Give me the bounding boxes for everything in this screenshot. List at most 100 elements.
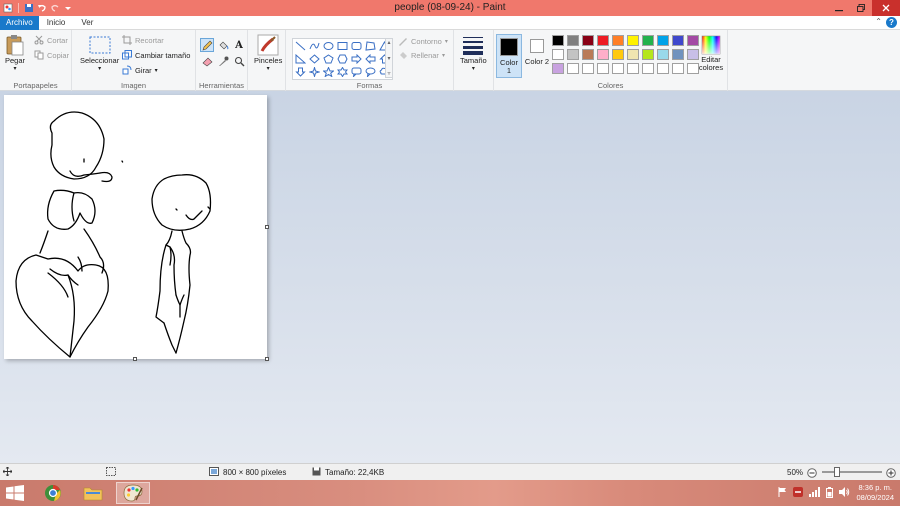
canvas-workspace[interactable] <box>0 91 900 463</box>
palette-color-swatch[interactable] <box>642 63 654 74</box>
shape-rounded-callout-icon[interactable] <box>350 66 363 78</box>
eraser-icon[interactable] <box>200 54 214 68</box>
tab-view[interactable]: Ver <box>73 16 101 30</box>
zoom-slider-thumb[interactable] <box>834 467 840 477</box>
brushes-dropdown-icon[interactable]: ▾ <box>267 65 270 72</box>
palette-color-swatch[interactable] <box>672 49 684 60</box>
palette-color-swatch[interactable] <box>552 35 564 46</box>
tab-file[interactable]: Archivo <box>0 15 39 30</box>
shapes-scroll[interactable]: ▴ ▾ ▿ <box>385 38 393 78</box>
shape-left-arrow-icon[interactable] <box>364 53 377 65</box>
shape-six-point-star-icon[interactable] <box>336 66 349 78</box>
palette-color-swatch[interactable] <box>597 49 609 60</box>
taskbar-chrome[interactable] <box>36 482 70 504</box>
palette-color-swatch[interactable] <box>642 35 654 46</box>
shape-line-icon[interactable] <box>294 40 307 52</box>
magnifier-icon[interactable] <box>232 54 246 68</box>
canvas-resize-handle-corner[interactable] <box>265 357 269 361</box>
battery-icon[interactable] <box>826 486 834 500</box>
palette-color-swatch[interactable] <box>567 63 579 74</box>
shape-four-point-star-icon[interactable] <box>308 66 321 78</box>
paste-button[interactable]: Pegar ▾ <box>4 34 26 72</box>
undo-icon[interactable] <box>37 3 47 13</box>
ribbon-collapse-icon[interactable]: ⌃ <box>875 17 882 26</box>
canvas-resize-handle-right[interactable] <box>265 225 269 229</box>
outline-button[interactable]: Contorno ▾ <box>398 36 448 46</box>
help-icon[interactable]: ? <box>886 17 897 28</box>
palette-color-swatch[interactable] <box>552 63 564 74</box>
palette-color-swatch[interactable] <box>627 49 639 60</box>
palette-color-swatch[interactable] <box>567 49 579 60</box>
size-button[interactable]: Tamaño ▾ <box>460 34 487 72</box>
shape-pentagon-icon[interactable] <box>322 53 335 65</box>
palette-color-swatch[interactable] <box>657 49 669 60</box>
pencil-icon[interactable] <box>200 38 214 52</box>
volume-icon[interactable] <box>839 487 850 499</box>
palette-color-swatch[interactable] <box>567 35 579 46</box>
restore-button[interactable] <box>850 0 872 16</box>
flag-icon[interactable] <box>778 487 787 499</box>
taskbar-file-explorer[interactable] <box>76 482 110 504</box>
palette-color-swatch[interactable] <box>672 63 684 74</box>
shape-down-arrow-icon[interactable] <box>294 66 307 78</box>
palette-color-swatch[interactable] <box>657 63 669 74</box>
palette-color-swatch[interactable] <box>612 49 624 60</box>
save-icon[interactable] <box>24 3 34 13</box>
color-picker-icon[interactable] <box>216 54 230 68</box>
shape-right-arrow-icon[interactable] <box>350 53 363 65</box>
shape-oval-icon[interactable] <box>322 40 335 52</box>
rotate-dropdown-icon[interactable]: ▾ <box>155 67 158 74</box>
shape-polygon-icon[interactable] <box>364 40 377 52</box>
taskbar-paint[interactable] <box>116 482 150 504</box>
paint-app-icon[interactable] <box>3 3 13 13</box>
shape-right-triangle-icon[interactable] <box>294 53 307 65</box>
shape-hexagon-icon[interactable] <box>336 53 349 65</box>
shape-rounded-rectangle-icon[interactable] <box>350 40 363 52</box>
palette-color-swatch[interactable] <box>627 63 639 74</box>
palette-color-swatch[interactable] <box>612 35 624 46</box>
zoom-slider-track[interactable] <box>822 471 882 473</box>
palette-color-swatch[interactable] <box>657 35 669 46</box>
shape-rectangle-icon[interactable] <box>336 40 349 52</box>
palette-color-swatch[interactable] <box>642 49 654 60</box>
tab-home[interactable]: Inicio <box>39 16 74 30</box>
network-icon[interactable] <box>809 487 821 499</box>
antivirus-icon[interactable] <box>793 487 804 499</box>
palette-color-swatch[interactable] <box>582 35 594 46</box>
taskbar-clock[interactable]: 8:36 p. m. 08/09/2024 <box>856 483 894 503</box>
palette-color-swatch[interactable] <box>582 63 594 74</box>
drawing-canvas[interactable] <box>4 95 267 359</box>
palette-color-swatch[interactable] <box>627 35 639 46</box>
shape-five-point-star-icon[interactable] <box>322 66 335 78</box>
redo-icon[interactable] <box>50 3 60 13</box>
size-dropdown-icon[interactable]: ▾ <box>472 65 475 72</box>
color2-button[interactable]: Color 2 <box>524 34 550 78</box>
select-button[interactable]: Seleccionar ▾ <box>80 34 119 72</box>
color1-button[interactable]: Color 1 <box>496 34 522 78</box>
shape-curve-icon[interactable] <box>308 40 321 52</box>
select-dropdown-icon[interactable]: ▾ <box>98 65 101 72</box>
palette-color-swatch[interactable] <box>597 35 609 46</box>
edit-colors-button[interactable]: Editar colores <box>696 34 726 72</box>
customize-qat-icon[interactable] <box>63 3 73 13</box>
palette-color-swatch[interactable] <box>582 49 594 60</box>
palette-color-swatch[interactable] <box>552 49 564 60</box>
copy-button[interactable]: Copiar <box>34 50 69 60</box>
minimize-button[interactable] <box>828 0 850 16</box>
canvas-resize-handle-bottom[interactable] <box>133 357 137 361</box>
start-button[interactable] <box>6 485 24 501</box>
fill-button[interactable]: Rellenar ▾ <box>398 50 445 60</box>
text-icon[interactable]: A <box>232 38 246 52</box>
shape-oval-callout-icon[interactable] <box>364 66 377 78</box>
crop-button[interactable]: Recortar <box>122 35 164 45</box>
cut-button[interactable]: Cortar <box>34 35 68 45</box>
zoom-out-button[interactable] <box>807 464 817 481</box>
palette-color-swatch[interactable] <box>612 63 624 74</box>
fill-bucket-icon[interactable] <box>216 38 230 52</box>
rotate-button[interactable]: Girar ▾ <box>122 65 158 75</box>
palette-color-swatch[interactable] <box>597 63 609 74</box>
brushes-button[interactable]: Pinceles ▾ <box>254 34 282 72</box>
shape-diamond-icon[interactable] <box>308 53 321 65</box>
zoom-in-button[interactable] <box>886 464 896 481</box>
palette-color-swatch[interactable] <box>672 35 684 46</box>
